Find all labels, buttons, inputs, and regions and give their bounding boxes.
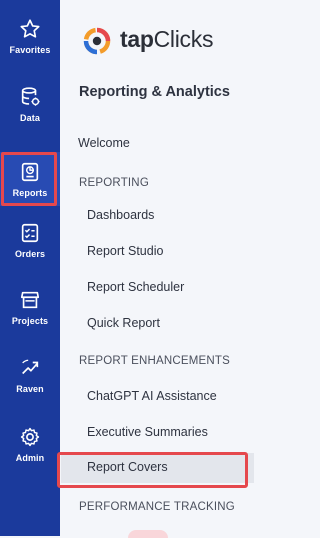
nav-welcome[interactable]: Welcome	[78, 136, 130, 150]
logo-wordmark: tapClicks	[120, 26, 214, 52]
report-icon	[21, 162, 39, 181]
reporting-section-header: REPORTING	[79, 177, 149, 189]
rail-label-projects: Projects	[11, 316, 49, 326]
checklist-icon	[21, 223, 39, 243]
database-icon	[21, 87, 40, 106]
rail-label-favorites: Favorites	[9, 45, 51, 55]
nav-report-covers[interactable]: Report Covers	[87, 460, 168, 474]
nav-chatgpt-ai-assistance[interactable]: ChatGPT AI Assistance	[87, 389, 217, 403]
star-icon	[20, 19, 40, 38]
trend-icon	[22, 359, 39, 375]
rail-item-data[interactable]: Data	[0, 86, 60, 142]
performance-section-header: PERFORMANCE TRACKING	[79, 501, 235, 513]
rail-item-reports[interactable]: Reports	[0, 152, 60, 206]
rail-label-raven: Raven	[16, 384, 44, 394]
nav-dashboards[interactable]: Dashboards	[87, 208, 154, 222]
rail-label-reports: Reports	[12, 187, 48, 198]
partial-item-indicator	[128, 530, 168, 538]
left-rail: Favorites Data Reports Orders Projects R…	[0, 0, 60, 536]
rail-item-raven[interactable]: Raven	[0, 357, 60, 413]
rail-item-admin[interactable]: Admin	[0, 426, 60, 482]
store-icon	[20, 291, 40, 309]
gear-icon	[20, 427, 40, 447]
rail-item-orders[interactable]: Orders	[0, 222, 60, 278]
rail-label-orders: Orders	[14, 249, 46, 259]
nav-report-studio[interactable]: Report Studio	[87, 244, 163, 258]
tapclicks-logo: tapClicks	[80, 24, 250, 58]
enhancements-section-header: REPORT ENHANCEMENTS	[79, 355, 230, 367]
page-title: Reporting & Analytics	[79, 84, 230, 100]
rail-item-favorites[interactable]: Favorites	[0, 18, 60, 74]
nav-executive-summaries[interactable]: Executive Summaries	[87, 425, 208, 439]
rail-label-data: Data	[20, 113, 40, 123]
nav-report-scheduler[interactable]: Report Scheduler	[87, 280, 184, 294]
navigation-panel: tapClicks Reporting & Analytics Welcome …	[60, 0, 256, 538]
nav-quick-report[interactable]: Quick Report	[87, 316, 160, 330]
logo-mark-icon	[83, 27, 111, 55]
rail-item-projects[interactable]: Projects	[0, 289, 60, 345]
rail-label-admin: Admin	[15, 453, 45, 463]
